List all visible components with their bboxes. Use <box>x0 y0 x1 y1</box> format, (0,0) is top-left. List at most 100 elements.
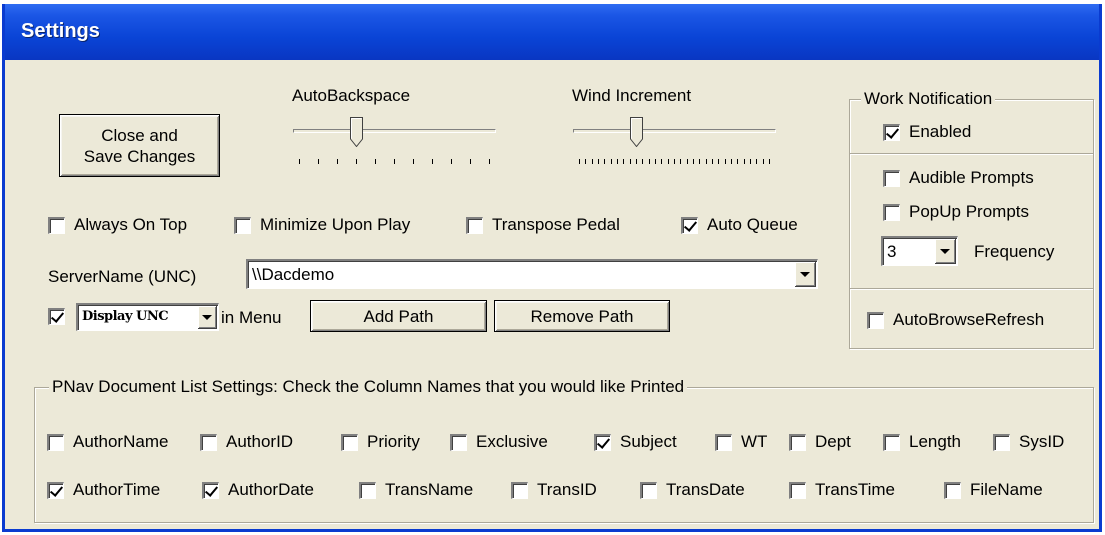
slider-tick <box>356 159 357 164</box>
in-menu-label: in Menu <box>221 308 282 327</box>
slider-tick <box>674 159 675 164</box>
column-transdate-label: TransDate <box>666 480 745 499</box>
column-authorid-label: AuthorID <box>226 432 294 451</box>
column-exclusive-checkbox[interactable]: Exclusive <box>450 432 548 452</box>
column-exclusive-box[interactable] <box>450 433 467 451</box>
autobrowse-refresh-checkbox[interactable]: AutoBrowseRefresh <box>867 310 1044 330</box>
work-notification-legend: Work Notification <box>861 89 996 109</box>
slider-tick <box>769 159 770 164</box>
column-filename-box[interactable] <box>944 481 961 499</box>
add-path-button[interactable]: Add Path <box>310 300 487 332</box>
remove-path-button[interactable]: Remove Path <box>494 300 670 332</box>
slider-tick <box>470 159 471 164</box>
wind-increment-thumb[interactable] <box>630 117 643 147</box>
display-mode-dropdown-button[interactable] <box>198 306 217 329</box>
transpose-pedal-box[interactable] <box>466 216 483 234</box>
column-wt-box[interactable] <box>715 433 732 451</box>
chevron-down-icon <box>800 271 810 277</box>
slider-tick <box>375 159 376 164</box>
slider-tick <box>489 159 490 164</box>
slider-tick <box>655 159 656 164</box>
column-filename-label: FileName <box>970 480 1043 499</box>
slider-tick <box>744 159 745 164</box>
transpose-pedal-checkbox[interactable]: Transpose Pedal <box>466 215 620 235</box>
column-authordate-checkbox[interactable]: AuthorDate <box>202 480 314 500</box>
column-length-checkbox[interactable]: Length <box>883 432 961 452</box>
column-filename-checkbox[interactable]: FileName <box>944 480 1043 500</box>
column-wt-checkbox[interactable]: WT <box>715 432 767 452</box>
column-authorid-checkbox[interactable]: AuthorID <box>200 432 293 452</box>
column-authorname-checkbox[interactable]: AuthorName <box>47 432 168 452</box>
column-transdate-checkbox[interactable]: TransDate <box>640 480 745 500</box>
column-transtime-checkbox[interactable]: TransTime <box>789 480 895 500</box>
popup-prompts-checkbox[interactable]: PopUp Prompts <box>883 202 1029 222</box>
column-dept-box[interactable] <box>789 433 806 451</box>
auto-queue-checkbox[interactable]: Auto Queue <box>681 215 798 235</box>
column-wt-label: WT <box>741 432 768 451</box>
column-sysid-box[interactable] <box>993 433 1010 451</box>
slider-tick <box>451 159 452 164</box>
frequency-select[interactable]: 3 <box>881 236 958 266</box>
slider-tick <box>611 159 612 164</box>
remove-path-label: Remove Path <box>530 306 634 326</box>
server-name-value[interactable]: \\Dacdemo <box>252 265 334 285</box>
slider-tick <box>668 159 669 164</box>
column-authortime-box[interactable] <box>47 481 64 499</box>
column-length-box[interactable] <box>883 433 900 451</box>
column-transname-box[interactable] <box>359 481 376 499</box>
server-name-combo[interactable]: \\Dacdemo <box>246 259 818 289</box>
chevron-down-icon <box>202 314 212 320</box>
column-transname-checkbox[interactable]: TransName <box>359 480 473 500</box>
column-authordate-box[interactable] <box>202 481 219 499</box>
title-bar[interactable]: Settings <box>5 4 1099 60</box>
enabled-box[interactable] <box>883 123 900 141</box>
column-sysid-checkbox[interactable]: SysID <box>993 432 1064 452</box>
audible-prompts-box[interactable] <box>883 169 900 187</box>
auto-queue-box[interactable] <box>681 216 698 234</box>
column-transdate-box[interactable] <box>640 481 657 499</box>
column-transtime-box[interactable] <box>789 481 806 499</box>
enabled-checkbox[interactable]: Enabled <box>883 122 971 142</box>
column-subject-box[interactable] <box>594 433 611 451</box>
frequency-value[interactable]: 3 <box>887 242 896 262</box>
column-transid-box[interactable] <box>511 481 528 499</box>
display-in-menu-checkbox[interactable] <box>48 308 65 325</box>
autobackspace-thumb[interactable] <box>350 117 363 147</box>
slider-tick <box>693 159 694 164</box>
auto-queue-label: Auto Queue <box>707 215 798 234</box>
always-on-top-checkbox[interactable]: Always On Top <box>48 215 187 235</box>
server-name-dropdown-button[interactable] <box>795 262 816 287</box>
column-authorid-box[interactable] <box>200 433 217 451</box>
slider-tick <box>623 159 624 164</box>
display-in-menu-box[interactable] <box>48 308 65 325</box>
column-transid-checkbox[interactable]: TransID <box>511 480 597 500</box>
wind-increment-slider[interactable] <box>573 117 776 167</box>
slider-tick <box>731 159 732 164</box>
display-mode-select[interactable]: Display UNC <box>76 303 219 331</box>
display-mode-value[interactable]: Display UNC <box>82 309 169 324</box>
column-subject-checkbox[interactable]: Subject <box>594 432 677 452</box>
always-on-top-box[interactable] <box>48 216 65 234</box>
column-authortime-checkbox[interactable]: AuthorTime <box>47 480 160 500</box>
column-priority-checkbox[interactable]: Priority <box>341 432 420 452</box>
transpose-pedal-label: Transpose Pedal <box>492 215 620 234</box>
column-authortime-label: AuthorTime <box>73 480 161 499</box>
slider-tick <box>649 159 650 164</box>
column-authorname-box[interactable] <box>47 433 64 451</box>
autobrowse-refresh-box[interactable] <box>867 311 884 329</box>
minimize-upon-play-checkbox[interactable]: Minimize Upon Play <box>234 215 410 235</box>
slider-tick <box>394 159 395 164</box>
work-notification-group: Work Notification Enabled Audible Prompt… <box>849 89 1094 349</box>
column-transtime-label: TransTime <box>815 480 895 499</box>
close-and-save-button[interactable]: Close and Save Changes <box>59 114 220 177</box>
column-dept-checkbox[interactable]: Dept <box>789 432 851 452</box>
frequency-dropdown-button[interactable] <box>935 239 956 264</box>
autobackspace-slider[interactable] <box>293 117 496 167</box>
autobrowse-refresh-label: AutoBrowseRefresh <box>893 310 1045 329</box>
wind-increment-ticks <box>573 159 776 165</box>
column-priority-box[interactable] <box>341 433 358 451</box>
audible-prompts-checkbox[interactable]: Audible Prompts <box>883 168 1034 188</box>
popup-prompts-box[interactable] <box>883 203 900 221</box>
minimize-upon-play-box[interactable] <box>234 216 251 234</box>
slider-tick <box>617 159 618 164</box>
